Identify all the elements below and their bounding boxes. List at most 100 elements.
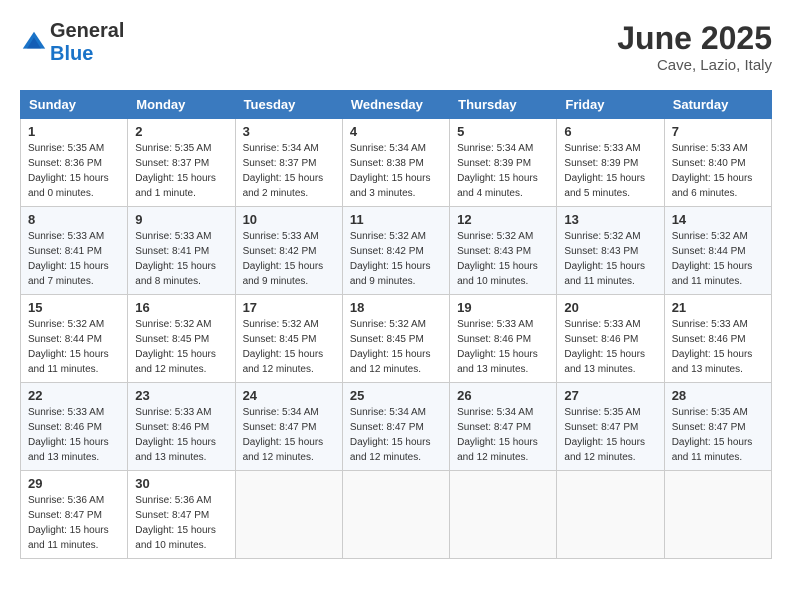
calendar-day-cell: 5 Sunrise: 5:34 AM Sunset: 8:39 PM Dayli… [450,119,557,207]
sunrise: Sunrise: 5:35 AM [28,143,104,154]
day-number: 16 [135,300,227,315]
weekday-header: Thursday [450,91,557,119]
calendar-day-cell [235,471,342,559]
sunset: Sunset: 8:39 PM [564,158,638,169]
sunset: Sunset: 8:43 PM [457,246,531,257]
calendar-week-row: 15 Sunrise: 5:32 AM Sunset: 8:44 PM Dayl… [21,295,772,383]
daylight: Daylight: 15 hours and 1 minute. [135,173,216,199]
sunrise: Sunrise: 5:36 AM [135,495,211,506]
sunset: Sunset: 8:47 PM [28,510,102,521]
calendar-day-cell: 12 Sunrise: 5:32 AM Sunset: 8:43 PM Dayl… [450,207,557,295]
sunset: Sunset: 8:39 PM [457,158,531,169]
daylight: Daylight: 15 hours and 9 minutes. [243,261,324,287]
day-number: 20 [564,300,656,315]
weekday-header: Saturday [664,91,771,119]
calendar-week-row: 8 Sunrise: 5:33 AM Sunset: 8:41 PM Dayli… [21,207,772,295]
daylight: Daylight: 15 hours and 13 minutes. [28,437,109,463]
day-info: Sunrise: 5:33 AM Sunset: 8:39 PM Dayligh… [564,141,656,201]
calendar-day-cell: 22 Sunrise: 5:33 AM Sunset: 8:46 PM Dayl… [21,383,128,471]
day-number: 19 [457,300,549,315]
sunset: Sunset: 8:41 PM [135,246,209,257]
day-number: 7 [672,124,764,139]
calendar-day-cell: 28 Sunrise: 5:35 AM Sunset: 8:47 PM Dayl… [664,383,771,471]
sunrise: Sunrise: 5:33 AM [135,231,211,242]
sunset: Sunset: 8:47 PM [457,422,531,433]
daylight: Daylight: 15 hours and 13 minutes. [135,437,216,463]
sunset: Sunset: 8:45 PM [243,334,317,345]
sunset: Sunset: 8:41 PM [28,246,102,257]
weekday-header: Sunday [21,91,128,119]
day-info: Sunrise: 5:34 AM Sunset: 8:47 PM Dayligh… [243,405,335,465]
daylight: Daylight: 15 hours and 6 minutes. [672,173,753,199]
calendar-day-cell: 1 Sunrise: 5:35 AM Sunset: 8:36 PM Dayli… [21,119,128,207]
day-number: 21 [672,300,764,315]
day-info: Sunrise: 5:34 AM Sunset: 8:39 PM Dayligh… [457,141,549,201]
calendar-day-cell: 25 Sunrise: 5:34 AM Sunset: 8:47 PM Dayl… [342,383,449,471]
daylight: Daylight: 15 hours and 11 minutes. [672,437,753,463]
sunrise: Sunrise: 5:34 AM [457,407,533,418]
day-info: Sunrise: 5:35 AM Sunset: 8:47 PM Dayligh… [564,405,656,465]
calendar-day-cell: 21 Sunrise: 5:33 AM Sunset: 8:46 PM Dayl… [664,295,771,383]
day-number: 26 [457,388,549,403]
day-info: Sunrise: 5:32 AM Sunset: 8:45 PM Dayligh… [243,317,335,377]
day-info: Sunrise: 5:32 AM Sunset: 8:42 PM Dayligh… [350,229,442,289]
sunrise: Sunrise: 5:32 AM [564,231,640,242]
weekday-header: Monday [128,91,235,119]
day-number: 11 [350,212,442,227]
day-number: 4 [350,124,442,139]
calendar-day-cell: 17 Sunrise: 5:32 AM Sunset: 8:45 PM Dayl… [235,295,342,383]
sunrise: Sunrise: 5:33 AM [135,407,211,418]
sunset: Sunset: 8:43 PM [564,246,638,257]
sunrise: Sunrise: 5:33 AM [243,231,319,242]
daylight: Daylight: 15 hours and 9 minutes. [350,261,431,287]
sunset: Sunset: 8:42 PM [243,246,317,257]
day-info: Sunrise: 5:33 AM Sunset: 8:46 PM Dayligh… [457,317,549,377]
calendar-day-cell: 20 Sunrise: 5:33 AM Sunset: 8:46 PM Dayl… [557,295,664,383]
daylight: Daylight: 15 hours and 11 minutes. [672,261,753,287]
sunset: Sunset: 8:46 PM [457,334,531,345]
sunrise: Sunrise: 5:34 AM [350,143,426,154]
sunrise: Sunrise: 5:34 AM [457,143,533,154]
sunset: Sunset: 8:42 PM [350,246,424,257]
day-info: Sunrise: 5:33 AM Sunset: 8:41 PM Dayligh… [28,229,120,289]
sunset: Sunset: 8:36 PM [28,158,102,169]
calendar-day-cell: 15 Sunrise: 5:32 AM Sunset: 8:44 PM Dayl… [21,295,128,383]
day-info: Sunrise: 5:35 AM Sunset: 8:36 PM Dayligh… [28,141,120,201]
day-info: Sunrise: 5:33 AM Sunset: 8:42 PM Dayligh… [243,229,335,289]
month-title: June 2025 [617,20,772,57]
daylight: Daylight: 15 hours and 5 minutes. [564,173,645,199]
weekday-header-row: SundayMondayTuesdayWednesdayThursdayFrid… [21,91,772,119]
daylight: Daylight: 15 hours and 3 minutes. [350,173,431,199]
day-info: Sunrise: 5:33 AM Sunset: 8:41 PM Dayligh… [135,229,227,289]
sunrise: Sunrise: 5:33 AM [564,143,640,154]
sunrise: Sunrise: 5:32 AM [28,319,104,330]
calendar-day-cell: 19 Sunrise: 5:33 AM Sunset: 8:46 PM Dayl… [450,295,557,383]
day-info: Sunrise: 5:34 AM Sunset: 8:47 PM Dayligh… [457,405,549,465]
sunset: Sunset: 8:45 PM [350,334,424,345]
day-number: 24 [243,388,335,403]
sunrise: Sunrise: 5:34 AM [243,143,319,154]
day-number: 5 [457,124,549,139]
daylight: Daylight: 15 hours and 11 minutes. [28,349,109,375]
logo: General Blue [20,20,124,66]
day-info: Sunrise: 5:32 AM Sunset: 8:43 PM Dayligh… [564,229,656,289]
day-number: 1 [28,124,120,139]
sunset: Sunset: 8:44 PM [28,334,102,345]
day-number: 8 [28,212,120,227]
day-number: 18 [350,300,442,315]
logo-blue: Blue [50,43,93,65]
day-number: 2 [135,124,227,139]
sunrise: Sunrise: 5:32 AM [350,319,426,330]
sunrise: Sunrise: 5:32 AM [457,231,533,242]
day-info: Sunrise: 5:34 AM Sunset: 8:37 PM Dayligh… [243,141,335,201]
day-info: Sunrise: 5:33 AM Sunset: 8:46 PM Dayligh… [135,405,227,465]
sunrise: Sunrise: 5:32 AM [243,319,319,330]
daylight: Daylight: 15 hours and 12 minutes. [135,349,216,375]
day-number: 27 [564,388,656,403]
calendar-day-cell: 3 Sunrise: 5:34 AM Sunset: 8:37 PM Dayli… [235,119,342,207]
daylight: Daylight: 15 hours and 2 minutes. [243,173,324,199]
day-info: Sunrise: 5:32 AM Sunset: 8:45 PM Dayligh… [350,317,442,377]
day-info: Sunrise: 5:35 AM Sunset: 8:47 PM Dayligh… [672,405,764,465]
sunset: Sunset: 8:44 PM [672,246,746,257]
calendar-day-cell: 10 Sunrise: 5:33 AM Sunset: 8:42 PM Dayl… [235,207,342,295]
